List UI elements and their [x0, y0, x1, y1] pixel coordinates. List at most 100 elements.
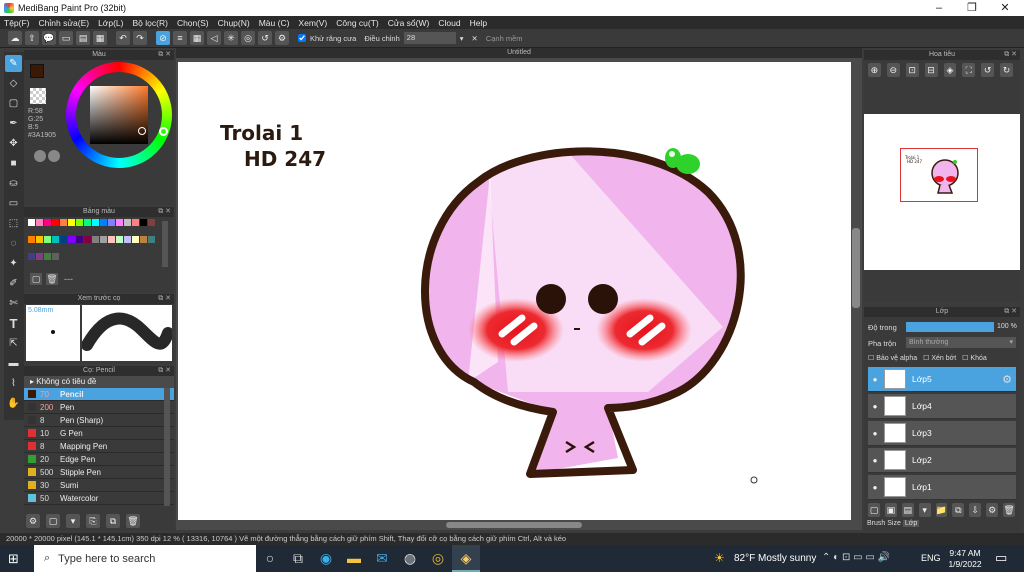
weather-icon[interactable]: ☀ — [714, 551, 725, 565]
palette-swatch[interactable] — [132, 236, 139, 243]
pen-tool-icon[interactable]: ✒ — [5, 115, 22, 132]
move-tool-icon[interactable]: ✥ — [5, 135, 22, 152]
menu-filter[interactable]: Bộ lọc(R) — [133, 18, 168, 28]
visibility-icon[interactable]: ● — [868, 483, 882, 492]
canvas-tab[interactable]: Untitled — [176, 48, 862, 58]
notification-icon[interactable]: ▭ — [995, 550, 1007, 566]
palette-swatch[interactable] — [100, 236, 107, 243]
palette-swatch[interactable] — [116, 219, 123, 226]
rotate-icon[interactable]: ◈ — [943, 63, 957, 77]
brush-item[interactable]: 10 G Pen — [24, 427, 174, 440]
taskbar-search[interactable]: ⌕ Type here to search — [34, 545, 256, 572]
delete-layer-icon[interactable]: 🗑 — [1003, 503, 1016, 517]
color-compare-icon[interactable] — [48, 150, 60, 162]
undo-icon[interactable]: ↶ — [116, 31, 130, 45]
brush-scrollbar[interactable] — [164, 388, 170, 506]
cloud-icon[interactable]: ☁ — [8, 31, 22, 45]
operation-tool-icon[interactable]: ⇱ — [5, 335, 22, 352]
gradient-tool-icon[interactable]: ▭ — [5, 195, 22, 212]
fit-icon[interactable]: ⊡ — [905, 63, 919, 77]
menu-snap[interactable]: Chụp(N) — [218, 18, 250, 28]
hue-picker-handle[interactable] — [159, 127, 168, 136]
edge-icon[interactable]: ◉ — [312, 545, 340, 572]
menu-cloud[interactable]: Cloud — [438, 18, 460, 28]
brush-item[interactable]: 70 Pencil — [24, 388, 174, 401]
palette-swatch[interactable] — [60, 219, 67, 226]
menu-layer[interactable]: Lớp(L) — [98, 18, 123, 28]
palette-swatch[interactable] — [116, 236, 123, 243]
brush-item[interactable]: 30 Sumi — [24, 479, 174, 492]
visibility-icon[interactable]: ● — [868, 429, 882, 438]
opacity-slider[interactable] — [906, 322, 994, 332]
divide-tool-icon[interactable]: ▬ — [5, 355, 22, 372]
palette-swatch[interactable] — [44, 219, 51, 226]
new-halftone-layer-icon[interactable]: ▣ — [884, 503, 897, 517]
radial-snap-icon[interactable]: ✳ — [224, 31, 238, 45]
layer-settings-footer-icon[interactable]: ⚙ — [986, 503, 999, 517]
cortana-icon[interactable]: ○ — [256, 545, 284, 572]
camera-icon[interactable]: ◍ — [396, 545, 424, 572]
palette-swatch[interactable] — [52, 219, 59, 226]
brush-menu-icon[interactable]: ▾ — [66, 514, 80, 528]
new-8bit-layer-icon[interactable]: ▤ — [901, 503, 914, 517]
weather-text[interactable]: 82°F Mostly sunny — [734, 553, 816, 564]
settings-icon[interactable]: ⚙ — [275, 31, 289, 45]
delete-palette-icon[interactable]: 🗑 — [46, 273, 58, 285]
layer-row[interactable]: ● Lớp3 — [868, 421, 1016, 446]
palette-swatch[interactable] — [76, 236, 83, 243]
rotate-right-icon[interactable]: ↻ — [1000, 63, 1013, 77]
chrome-icon[interactable]: ◎ — [424, 545, 452, 572]
menu-select[interactable]: Chọn(S) — [177, 18, 209, 28]
new-brush-icon[interactable]: ▢ — [46, 514, 60, 528]
delete-brush-icon[interactable]: 🗑 — [126, 514, 140, 528]
brush-item[interactable]: 500 Stipple Pen — [24, 466, 174, 479]
curve-snap-icon[interactable]: ↺ — [258, 31, 272, 45]
menu-tools[interactable]: Công cụ(T) — [336, 18, 379, 28]
add-brush-icon[interactable]: ⚙ — [26, 514, 40, 528]
palette-swatch[interactable] — [68, 236, 75, 243]
import-brush-icon[interactable]: ⧉ — [106, 514, 120, 528]
cross-snap-icon[interactable]: ▦ — [190, 31, 204, 45]
bucket-tool-icon[interactable]: ⛀ — [5, 175, 22, 192]
palette-swatch[interactable] — [148, 236, 155, 243]
zoom-in-icon[interactable]: ⊕ — [868, 63, 881, 77]
palette-swatch[interactable] — [84, 219, 91, 226]
hand-tool-icon[interactable]: ✋ — [5, 395, 22, 412]
mail-icon[interactable]: ✉ — [368, 545, 396, 572]
visibility-icon[interactable]: ● — [868, 456, 882, 465]
layer-row[interactable]: ● Lớp4 — [868, 394, 1016, 419]
transparent-color-swatch[interactable] — [30, 88, 46, 104]
medibang-taskbar-icon[interactable]: ◈ — [452, 545, 480, 572]
palette-swatch[interactable] — [52, 253, 59, 260]
export-icon[interactable]: ⇪ — [25, 31, 39, 45]
brush-item[interactable]: 50 Watercolor — [24, 492, 174, 505]
blend-mode-select[interactable]: Bình thường ▾ — [906, 337, 1016, 348]
brush-item[interactable]: 20 Edge Pen — [24, 453, 174, 466]
navigator-viewport[interactable]: Trolai 1 HD 247 — [900, 148, 978, 202]
magic-wand-icon[interactable]: ✦ — [5, 255, 22, 272]
vertical-scrollbar[interactable] — [852, 228, 860, 308]
lock-checkbox[interactable]: ☐ Khóa — [962, 354, 987, 362]
windows-start-icon[interactable]: ⊞ — [8, 551, 19, 567]
clock[interactable]: 9:47 AM 1/9/2022 — [945, 548, 985, 570]
new-palette-icon[interactable]: ▢ — [30, 273, 42, 285]
brush-item[interactable]: 8 Mapping Pen — [24, 440, 174, 453]
palette-swatch[interactable] — [36, 253, 43, 260]
palette-swatch[interactable] — [124, 236, 131, 243]
saturation-value-square[interactable] — [90, 86, 148, 144]
palette-swatch[interactable] — [124, 219, 131, 226]
menu-help[interactable]: Help — [470, 18, 487, 28]
menu-edit[interactable]: Chỉnh sửa(E) — [39, 18, 90, 28]
task-view-icon[interactable]: ⧉ — [284, 545, 312, 572]
merge-layer-icon[interactable]: ⇩ — [969, 503, 982, 517]
palette-swatch[interactable] — [28, 219, 35, 226]
palette-swatch[interactable] — [76, 219, 83, 226]
antialias-checkbox[interactable] — [298, 34, 306, 42]
parallel-snap-icon[interactable]: ≡ — [173, 31, 187, 45]
fill-shape-icon[interactable]: ■ — [5, 155, 22, 172]
palette-swatch[interactable] — [92, 236, 99, 243]
menu-color[interactable]: Màu (C) — [259, 18, 290, 28]
new-folder-icon[interactable]: 📁 — [935, 503, 948, 517]
menu-view[interactable]: Xem(V) — [298, 18, 327, 28]
hue-wheel[interactable] — [66, 62, 172, 168]
